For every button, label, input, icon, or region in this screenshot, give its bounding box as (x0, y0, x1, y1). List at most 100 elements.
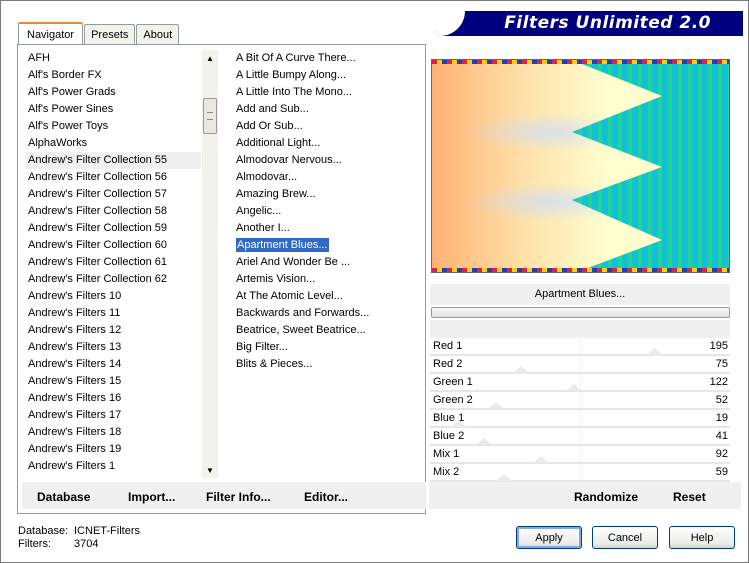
filter-item-label: Add Or Sub... (236, 120, 303, 132)
category-item[interactable]: Andrew's Filters 1 (25, 458, 201, 475)
param-slider-mix-2[interactable]: Mix 2 59 (430, 464, 730, 482)
parameter-sliders: Red 1 195 Red 2 75 Green 1 122 Green 2 52 Blue 1… (430, 338, 730, 482)
editor-button[interactable]: Editor... (304, 490, 348, 504)
category-item[interactable]: Andrew's Filter Collection 60 (25, 237, 201, 254)
filter-item[interactable]: Apartment Blues... (233, 237, 423, 254)
filters-unlimited-dialog: Filters Unlimited 2.0 Navigator Presets … (0, 0, 749, 563)
filter-item[interactable]: A Bit Of A Curve There... (233, 50, 423, 67)
param-slider-mix-1[interactable]: Mix 1 92 (430, 446, 730, 464)
category-scrollbar[interactable]: ▲ ▼ (202, 50, 218, 478)
app-title: Filters Unlimited 2.0 (504, 13, 711, 33)
randomize-button[interactable]: Randomize (574, 490, 638, 504)
slider-thumb[interactable] (495, 474, 512, 481)
category-item[interactable]: Andrew's Filters 10 (25, 288, 201, 305)
filter-item[interactable]: Angelic... (233, 203, 423, 220)
slider-thumb[interactable] (487, 402, 504, 409)
category-item[interactable]: Andrew's Filter Collection 58 (25, 203, 201, 220)
database-status: Database: ICNET-Filters Filters: 3704 (18, 525, 140, 551)
category-item[interactable]: Alf's Power Grads (25, 84, 201, 101)
filter-item[interactable]: Artemis Vision... (233, 271, 423, 288)
database-value: ICNET-Filters (74, 525, 140, 537)
scroll-thumb[interactable] (203, 98, 217, 134)
category-item[interactable]: Andrew's Filter Collection 62 (25, 271, 201, 288)
param-name: Red 2 (433, 358, 463, 370)
filter-item[interactable]: Add and Sub... (233, 101, 423, 118)
param-name: Green 2 (433, 394, 473, 406)
filter-list[interactable]: A Bit Of A Curve There... A Little Bumpy … (233, 50, 423, 478)
category-item[interactable]: Alf's Power Sines (25, 101, 201, 118)
filter-item[interactable]: A Little Into The Mono... (233, 84, 423, 101)
tab-navigator[interactable]: Navigator (18, 22, 84, 45)
category-item[interactable]: Andrew's Filter Collection 59 (25, 220, 201, 237)
filter-item[interactable]: Beatrice, Sweet Beatrice... (233, 322, 423, 339)
filters-count-label: Filters: (18, 538, 51, 550)
help-button[interactable]: Help (669, 526, 735, 549)
filter-item[interactable]: At The Atomic Level... (233, 288, 423, 305)
param-slider-blue-1[interactable]: Blue 1 19 (430, 410, 730, 428)
category-item[interactable]: Andrew's Filters 14 (25, 356, 201, 373)
filter-item-label: At The Atomic Level... (236, 290, 343, 302)
category-item[interactable]: AlphaWorks (25, 135, 201, 152)
filter-item[interactable]: Add Or Sub... (233, 118, 423, 135)
slider-thumb[interactable] (513, 366, 530, 373)
category-item[interactable]: Andrew's Filters 11 (25, 305, 201, 322)
category-list[interactable]: AFH Alf's Border FX Alf's Power Grads Alf's… (25, 50, 201, 478)
param-value: 122 (709, 376, 728, 388)
category-item[interactable]: Andrew's Filters 15 (25, 373, 201, 390)
param-slider-green-1[interactable]: Green 1 122 (430, 374, 730, 392)
filter-item[interactable]: Additional Light... (233, 135, 423, 152)
slider-thumb[interactable] (532, 456, 549, 463)
tab-about[interactable]: About (136, 24, 180, 45)
filter-item[interactable]: Almodovar Nervous... (233, 152, 423, 169)
filter-item[interactable]: A Little Bumpy Along... (233, 67, 423, 84)
category-item[interactable]: Andrew's Filter Collection 61 (25, 254, 201, 271)
title-banner: Filters Unlimited 2.0 (435, 11, 743, 36)
cancel-button[interactable]: Cancel (592, 526, 658, 549)
category-item[interactable]: Alf's Border FX (25, 67, 201, 84)
category-item[interactable]: Andrew's Filters 19 (25, 441, 201, 458)
import-button[interactable]: Import... (128, 490, 175, 504)
category-item[interactable]: Andrew's Filters 16 (25, 390, 201, 407)
category-item[interactable]: Andrew's Filter Collection 56 (25, 169, 201, 186)
filter-info-button[interactable]: Filter Info... (206, 490, 271, 504)
category-item[interactable]: Andrew's Filters 18 (25, 424, 201, 441)
current-filter-name: Apartment Blues... (430, 284, 730, 305)
filter-item[interactable]: Amazing Brew... (233, 186, 423, 203)
category-item[interactable]: Andrew's Filter Collection 55 (25, 152, 201, 169)
category-item[interactable]: Andrew's Filter Collection 57 (25, 186, 201, 203)
category-item[interactable]: Alf's Power Toys (25, 118, 201, 135)
filter-item-label: Angelic... (236, 205, 282, 217)
category-item[interactable]: AFH (25, 50, 201, 67)
reset-button[interactable]: Reset (673, 490, 706, 504)
filter-item[interactable]: Ariel And Wonder Be ... (233, 254, 423, 271)
filter-item[interactable]: Backwards and Forwards... (233, 305, 423, 322)
filter-item[interactable]: Almodovar... (233, 169, 423, 186)
param-slider-blue-2[interactable]: Blue 2 41 (430, 428, 730, 446)
database-button[interactable]: Database (37, 490, 90, 504)
apply-button[interactable]: Apply (516, 526, 582, 549)
param-value: 41 (715, 430, 728, 442)
filter-item[interactable]: Another I... (233, 220, 423, 237)
scroll-up-arrow-icon[interactable]: ▲ (202, 50, 218, 66)
param-value: 59 (715, 466, 728, 478)
param-slider-red-2[interactable]: Red 2 75 (430, 356, 730, 374)
category-item[interactable]: Andrew's Filters 12 (25, 322, 201, 339)
category-item[interactable]: Andrew's Filters 17 (25, 407, 201, 424)
slider-thumb[interactable] (451, 420, 468, 427)
category-item[interactable]: Andrew's Filters 13 (25, 339, 201, 356)
scroll-down-arrow-icon[interactable]: ▼ (202, 462, 218, 478)
filter-item-label: A Bit Of A Curve There... (236, 52, 356, 64)
progress-bar (431, 307, 730, 318)
param-slider-green-2[interactable]: Green 2 52 (430, 392, 730, 410)
slider-thumb[interactable] (647, 348, 664, 355)
tab-presets[interactable]: Presets (84, 24, 136, 45)
filter-item-label: Big Filter... (236, 341, 288, 353)
slider-thumb[interactable] (565, 384, 582, 391)
filter-item[interactable]: Big Filter... (233, 339, 423, 356)
filter-item[interactable]: Blits & Pieces... (233, 356, 423, 373)
param-name: Red 1 (433, 340, 463, 352)
slider-thumb[interactable] (475, 438, 492, 445)
param-slider-red-1[interactable]: Red 1 195 (430, 338, 730, 356)
filter-item-label: Blits & Pieces... (236, 358, 313, 370)
param-name: Blue 2 (433, 430, 465, 442)
